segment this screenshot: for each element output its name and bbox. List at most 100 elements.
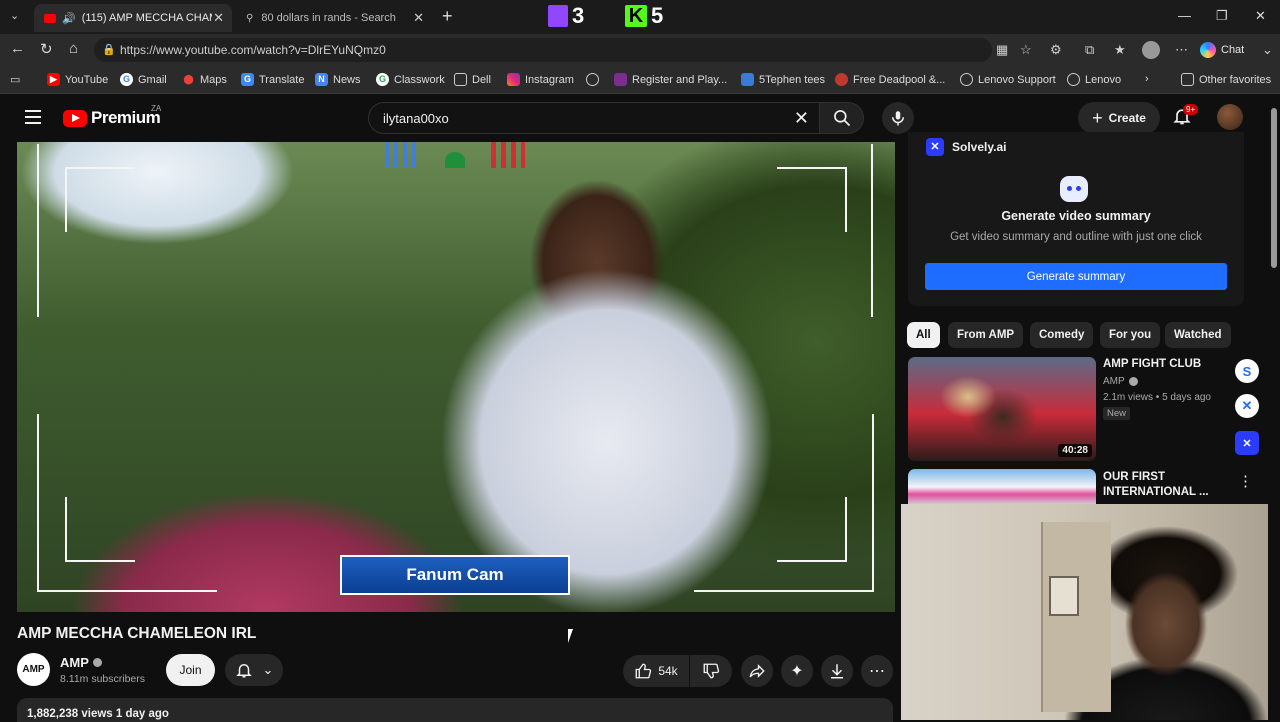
bookmark-label: News (333, 73, 361, 86)
favorites-icon[interactable]: ★ (1114, 42, 1126, 58)
more-actions-button[interactable]: ⋯ (861, 655, 893, 687)
maximize-icon[interactable]: ❐ (1216, 8, 1228, 24)
recommendation-channel[interactable]: AMP (1103, 374, 1138, 389)
page-scrollbar[interactable] (1268, 94, 1280, 720)
solvely-side-icon[interactable]: ✕ (1235, 431, 1259, 455)
generate-summary-button[interactable]: Generate summary (925, 263, 1227, 290)
create-button[interactable]: + Create (1078, 102, 1160, 134)
bookmark-lenovo-support[interactable]: Lenovo Support (960, 73, 1056, 86)
speaker-icon[interactable]: 🔊 (62, 12, 76, 25)
channel-name[interactable]: AMP (60, 655, 102, 670)
video-title: AMP MECCHA CHAMELEON IRL (17, 625, 257, 642)
sidebar-s-icon[interactable]: S (1235, 359, 1259, 383)
views-and-date[interactable]: 1,882,238 views 1 day ago (17, 698, 893, 722)
dislike-button[interactable] (690, 655, 732, 687)
bookmark-dell[interactable]: Dell (454, 73, 491, 86)
verified-icon (1128, 377, 1138, 386)
like-button[interactable]: 54k (623, 655, 689, 687)
bookmark-label: Maps (200, 73, 227, 86)
tab-youtube[interactable]: 🔊 (115) AMP MECCHA CHAMEL ✕ (34, 4, 232, 32)
bookmark-label: Instagram (525, 73, 574, 86)
back-icon[interactable]: ← (10, 40, 25, 57)
profile-icon[interactable] (1142, 41, 1160, 59)
video-player[interactable]: Fanum Cam (17, 142, 895, 612)
split-screen-icon[interactable]: ⧉ (1085, 42, 1094, 58)
notifications-button[interactable]: 9+ (1172, 104, 1199, 128)
bookmark-lenovo[interactable]: Lenovo (1067, 73, 1121, 86)
deadpool-icon (835, 73, 848, 86)
join-button[interactable]: Join (166, 654, 215, 686)
chip-watched[interactable]: Watched (1165, 322, 1231, 348)
url-field[interactable]: 🔒 https://www.youtube.com/watch?v=DlrEYu… (94, 38, 992, 62)
bookmark-5tephen-tees[interactable]: 5Tephen tees (741, 73, 825, 86)
youtube-premium-logo[interactable]: Premium ZA (63, 104, 161, 128)
browser-tab-bar: ⌄ 🔊 (115) AMP MECCHA CHAMEL ✕ ⚲ 80 dolla… (0, 0, 1280, 34)
channel-avatar[interactable]: AMP (17, 653, 50, 686)
lock-icon[interactable]: 🔒 (102, 43, 116, 56)
bookmark-register[interactable]: Register and Play... (614, 73, 727, 86)
scrollbar-thumb[interactable] (1271, 108, 1277, 268)
bookmark-instagram[interactable]: Instagram (507, 73, 574, 86)
menu-icon[interactable] (25, 110, 41, 124)
minimize-icon[interactable]: — (1178, 8, 1191, 23)
clear-search-icon[interactable]: ✕ (794, 108, 809, 129)
sparkle-icon: ✦ (790, 663, 804, 680)
apps-icon[interactable]: ▦ (996, 42, 1008, 58)
chip-from-amp[interactable]: From AMP (948, 322, 1024, 348)
recommendation-title[interactable]: AMP FIGHT CLUB (1103, 357, 1201, 372)
copilot-chat-button[interactable]: Chat (1200, 40, 1244, 60)
share-button[interactable] (741, 655, 773, 687)
solvely-subtext: Get video summary and outline with just … (950, 231, 1202, 243)
subscribed-button[interactable]: ⌄ (225, 654, 283, 686)
bookmark-label: Free Deadpool &... (853, 73, 946, 86)
new-badge: New (1103, 407, 1131, 420)
kick-counter: K 5 (625, 3, 663, 29)
close-tab-icon[interactable]: ✕ (213, 10, 224, 26)
other-favorites[interactable]: Other favorites (1181, 73, 1271, 86)
folder-icon (1181, 73, 1194, 86)
more-menu-icon[interactable]: ⋯ (1175, 42, 1188, 58)
bookmark-translate[interactable]: G Translate (241, 73, 304, 86)
viewfinder-corner (37, 414, 217, 592)
url-text: https://www.youtube.com/watch?v=DlrEYuNQ… (120, 43, 386, 57)
sidebar-x-icon[interactable]: ✕ (1235, 394, 1259, 418)
account-avatar[interactable] (1217, 104, 1243, 130)
chevron-down-icon[interactable]: ⌄ (1262, 42, 1273, 58)
chip-comedy[interactable]: Comedy (1030, 322, 1094, 348)
bookmark-label: YouTube (65, 73, 109, 86)
more-vertical-icon[interactable]: ⋮ (1238, 472, 1253, 490)
chip-all[interactable]: All (907, 322, 940, 348)
chip-for-you[interactable]: For you (1100, 322, 1161, 348)
new-tab-icon[interactable]: + (442, 6, 453, 27)
favorite-star-icon[interactable]: ☆ (1020, 42, 1032, 58)
bookmark-news[interactable]: N News (315, 73, 361, 86)
close-tab-icon[interactable]: ✕ (413, 10, 424, 26)
bookmark-youtube[interactable]: ▶ YouTube (47, 73, 108, 86)
channel-label: AMP (1103, 376, 1125, 387)
bookmark-deadpool[interactable]: Free Deadpool &... (835, 73, 945, 86)
tab-search[interactable]: ⚲ 80 dollars in rands - Search ✕ (236, 4, 432, 32)
home-icon[interactable]: ⌂ (69, 40, 78, 57)
search-button[interactable] (820, 102, 864, 134)
recommendation-thumbnail[interactable] (908, 469, 1096, 505)
subscriber-count: 8.11m subscribers (60, 673, 146, 685)
bookmark-maps[interactable]: ⬤ Maps (182, 73, 227, 86)
bookmark-import-icon[interactable]: ▭ (10, 73, 20, 86)
bookmarks-overflow-icon[interactable]: › (1145, 73, 1149, 85)
bookmark-globe[interactable] (586, 73, 599, 86)
search-input[interactable]: ilytana00xo ✕ (368, 102, 820, 134)
reload-icon[interactable]: ↻ (40, 40, 53, 58)
extension-icon[interactable]: ⚙ (1050, 42, 1062, 58)
tab-actions-icon[interactable]: ⌄ (10, 9, 19, 22)
kick-icon: K (625, 5, 647, 27)
voice-search-button[interactable] (882, 102, 914, 134)
close-window-icon[interactable]: ✕ (1255, 8, 1266, 24)
globe-icon (960, 73, 973, 86)
recommendation-title[interactable]: OUR FIRST INTERNATIONAL ... (1103, 470, 1223, 500)
recommendation-thumbnail[interactable]: 40:28 (908, 357, 1096, 461)
ai-sparkle-button[interactable]: ✦ (781, 655, 813, 687)
bookmark-classwork[interactable]: G Classwork (376, 73, 445, 86)
bookmark-gmail[interactable]: G Gmail (120, 73, 167, 86)
download-icon (831, 664, 843, 679)
download-button[interactable] (821, 655, 853, 687)
